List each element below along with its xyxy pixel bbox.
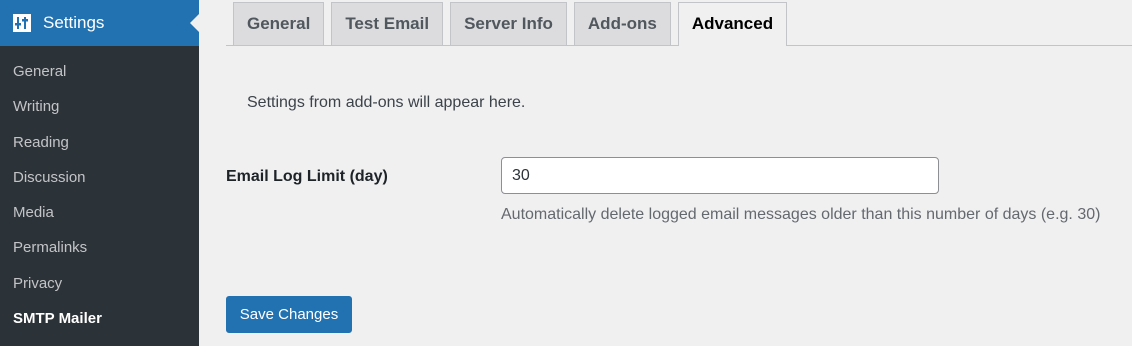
tab-general[interactable]: General: [233, 2, 325, 45]
current-menu-arrow: [190, 14, 199, 32]
admin-sidebar: Settings General Writing Reading Discuss…: [0, 0, 199, 346]
sidebar-item-discussion[interactable]: Discussion: [0, 160, 199, 195]
sidebar-item-writing[interactable]: Writing: [0, 89, 199, 124]
settings-tabs: General Test Email Server Info Add-ons A…: [233, 2, 794, 46]
sidebar-settings-header[interactable]: Settings: [0, 0, 199, 46]
tab-test-email[interactable]: Test Email: [331, 2, 444, 45]
sidebar-item-reading[interactable]: Reading: [0, 125, 199, 160]
tab-add-ons[interactable]: Add-ons: [573, 2, 671, 45]
sidebar-item-media[interactable]: Media: [0, 195, 199, 230]
email-log-limit-label: Email Log Limit (day): [226, 168, 388, 185]
settings-sliders-icon: [12, 13, 32, 33]
tab-advanced[interactable]: Advanced: [677, 2, 788, 46]
sidebar-header-label: Settings: [43, 13, 105, 32]
tab-server-info[interactable]: Server Info: [450, 2, 567, 45]
email-log-limit-description: Automatically delete logged email messag…: [501, 206, 1101, 223]
sidebar-item-smtp-mailer[interactable]: SMTP Mailer: [0, 301, 199, 336]
email-log-limit-input[interactable]: [501, 157, 939, 194]
save-changes-button[interactable]: Save Changes: [226, 296, 352, 333]
settings-submenu: General Writing Reading Discussion Media…: [0, 54, 199, 336]
add-ons-notice: Settings from add-ons will appear here.: [247, 94, 526, 111]
sidebar-item-permalinks[interactable]: Permalinks: [0, 230, 199, 265]
sidebar-item-privacy[interactable]: Privacy: [0, 266, 199, 301]
sidebar-item-general[interactable]: General: [0, 54, 199, 89]
